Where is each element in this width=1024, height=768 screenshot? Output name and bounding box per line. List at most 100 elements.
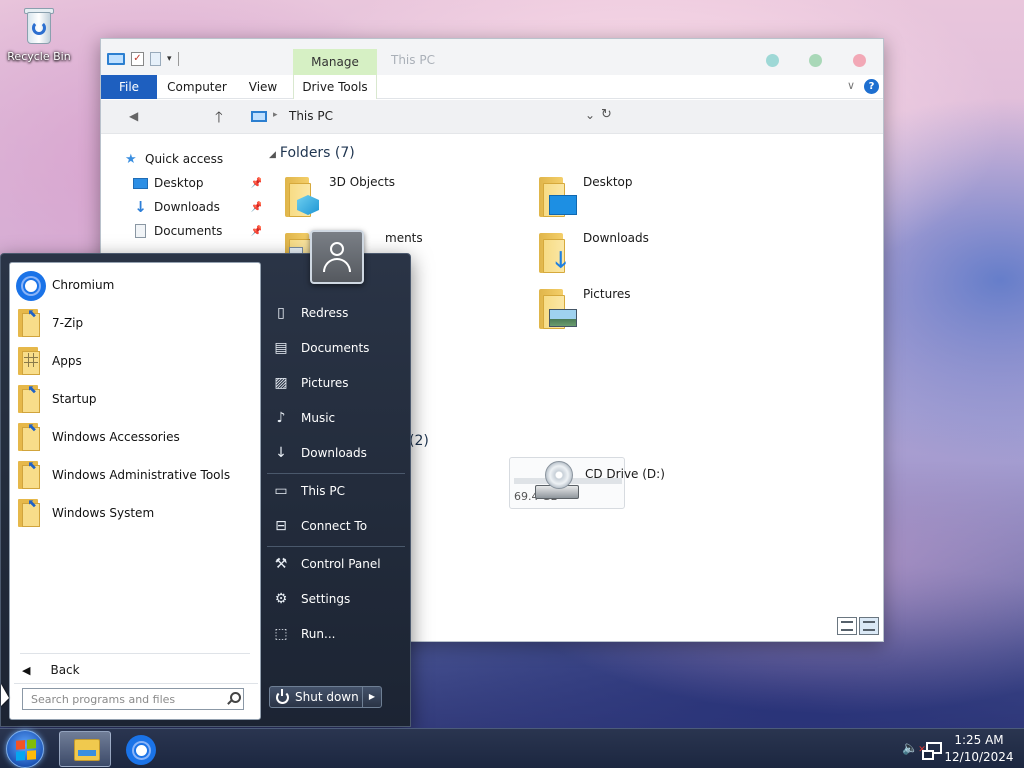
tab-drive-tools[interactable]: Drive Tools <box>293 75 377 99</box>
program-item-windows-administrative-tools[interactable]: ⬉ Windows Administrative Tools <box>14 458 254 492</box>
download-icon: ↓ <box>134 198 147 216</box>
picture-icon: ▨ <box>274 375 288 391</box>
program-item-chromium[interactable]: Chromium <box>14 268 254 302</box>
help-icon[interactable]: ? <box>864 79 879 94</box>
start-button[interactable] <box>6 730 44 768</box>
taskbar-chromium[interactable] <box>116 731 168 767</box>
shutdown-options-button[interactable]: ▶ <box>362 686 382 708</box>
quick-access-toolbar: ✓ ▾ <box>107 52 179 66</box>
computer-icon: ▭ <box>274 483 288 499</box>
shutdown-button[interactable]: Shut down <box>269 686 363 708</box>
large-icons-view-button[interactable] <box>859 617 879 635</box>
folder-icon: ⬉ <box>14 497 48 529</box>
computer-icon <box>251 111 267 122</box>
start-link-label: Downloads <box>301 446 367 460</box>
properties-icon[interactable]: ✓ <box>131 52 144 66</box>
user-avatar[interactable] <box>310 230 364 284</box>
up-arrow-icon[interactable]: 🡑 <box>215 107 223 132</box>
refresh-icon[interactable]: ↻ <box>601 107 612 122</box>
program-label: Windows System <box>52 506 155 520</box>
document-icon: ▤ <box>274 340 288 356</box>
nav-item-documents[interactable]: Documents 📌 <box>133 221 263 241</box>
program-item-apps[interactable]: Apps <box>14 344 254 378</box>
program-item-startup[interactable]: ⬉ Startup <box>14 382 254 416</box>
start-link-music[interactable]: ♪ Music <box>267 404 407 432</box>
desktop-icon <box>133 177 148 189</box>
start-link-pictures[interactable]: ▨ Pictures <box>267 369 407 397</box>
folder-downloads-icon: 🡓 <box>539 233 569 273</box>
start-link-label: Control Panel <box>301 557 381 571</box>
program-item-windows-accessories[interactable]: ⬉ Windows Accessories <box>14 420 254 454</box>
folder-pictures[interactable]: Pictures <box>539 285 769 331</box>
taskbar: 🔈✕ 1:25 AM 12/10/2024 <box>0 728 1024 768</box>
computer-icon[interactable] <box>107 53 125 65</box>
tab-file[interactable]: File <box>101 75 157 99</box>
tab-manage[interactable]: Manage <box>293 49 377 75</box>
apps-folder-icon <box>14 345 48 377</box>
ribbon-tabs: File Computer View Drive Tools ∨ ? <box>101 75 883 99</box>
file-explorer-icon <box>74 739 100 761</box>
program-item-windows-system[interactable]: ⬉ Windows System <box>14 496 254 530</box>
nav-item-downloads[interactable]: ↓ Downloads 📌 <box>133 197 263 217</box>
address-path[interactable]: This PC <box>289 109 333 123</box>
nav-label: Downloads <box>154 200 220 214</box>
taskbar-file-explorer[interactable] <box>59 731 111 767</box>
collapse-icon: ◢ <box>269 150 276 160</box>
nav-label: Desktop <box>154 176 204 190</box>
program-label: Windows Accessories <box>52 430 180 444</box>
start-link-redress[interactable]: ▯ Redress <box>267 299 407 327</box>
start-link-label: Documents <box>301 341 370 355</box>
drive-d[interactable]: CD Drive (D:) <box>535 461 735 507</box>
clock[interactable]: 1:25 AM 12/10/2024 <box>944 732 1014 766</box>
start-link-documents[interactable]: ▤ Documents <box>267 334 407 362</box>
start-link-downloads[interactable]: ↓ Downloads <box>267 439 407 467</box>
folder-icon: ⬉ <box>14 383 48 415</box>
divider <box>267 473 405 474</box>
chevron-right-icon[interactable]: ▸ <box>273 110 278 120</box>
run-icon: ⬚ <box>274 626 288 642</box>
search-box[interactable] <box>22 688 244 710</box>
network-icon[interactable] <box>922 742 942 760</box>
maximize-button[interactable] <box>809 54 822 67</box>
divider <box>177 52 179 66</box>
clock-date: 12/10/2024 <box>944 750 1014 764</box>
start-link-this-pc[interactable]: ▭ This PC <box>267 477 407 505</box>
nav-item-quick-access[interactable]: ★ Quick access <box>125 149 255 169</box>
folder-icon: ⬉ <box>14 421 48 453</box>
wrench-icon: ⚒ <box>274 556 288 572</box>
start-link-control-panel[interactable]: ⚒ Control Panel <box>267 550 407 578</box>
group-header-folders[interactable]: ◢ Folders (7) <box>269 145 355 161</box>
program-label: 7-Zip <box>52 316 84 330</box>
folder-label: ments <box>385 231 423 245</box>
group-header-devices[interactable]: (2) <box>409 433 429 449</box>
back-button[interactable]: ◀ Back <box>20 659 250 681</box>
network-icon: ⊟ <box>275 518 287 534</box>
nav-item-desktop[interactable]: Desktop 📌 <box>133 173 263 193</box>
expand-ribbon-icon[interactable]: ∨ <box>847 79 855 92</box>
gear-icon: ⚙ <box>274 591 288 607</box>
close-button[interactable] <box>853 54 866 67</box>
tab-computer[interactable]: Computer <box>165 75 229 99</box>
customize-qat-icon[interactable]: ▾ <box>167 54 172 64</box>
search-icon[interactable] <box>226 692 241 705</box>
new-folder-icon[interactable] <box>150 52 161 66</box>
back-arrow-icon[interactable]: ◀ <box>129 109 138 123</box>
start-link-settings[interactable]: ⚙ Settings <box>267 585 407 613</box>
start-link-connect-to[interactable]: ⊟ Connect To <box>267 512 407 540</box>
start-link-run[interactable]: ⬚ Run... <box>267 620 407 648</box>
folder-3d-objects[interactable]: 3D Objects <box>285 173 515 219</box>
document-icon <box>135 224 146 238</box>
folder-desktop[interactable]: Desktop <box>539 173 769 219</box>
minimize-button[interactable] <box>766 54 779 67</box>
chevron-down-icon[interactable]: ⌄ <box>585 108 595 122</box>
folder-downloads[interactable]: 🡓 Downloads <box>539 229 769 275</box>
folder-label: Downloads <box>583 231 649 245</box>
start-link-label: Pictures <box>301 376 349 390</box>
desktop-icon-recycle-bin[interactable]: Recycle Bin <box>4 6 74 63</box>
details-view-button[interactable] <box>837 617 857 635</box>
program-item-7zip[interactable]: ⬉ 7-Zip <box>14 306 254 340</box>
tab-view[interactable]: View <box>247 75 279 99</box>
shutdown-label: Shut down <box>295 690 359 704</box>
search-input[interactable] <box>23 689 219 709</box>
chromium-icon <box>126 735 156 765</box>
